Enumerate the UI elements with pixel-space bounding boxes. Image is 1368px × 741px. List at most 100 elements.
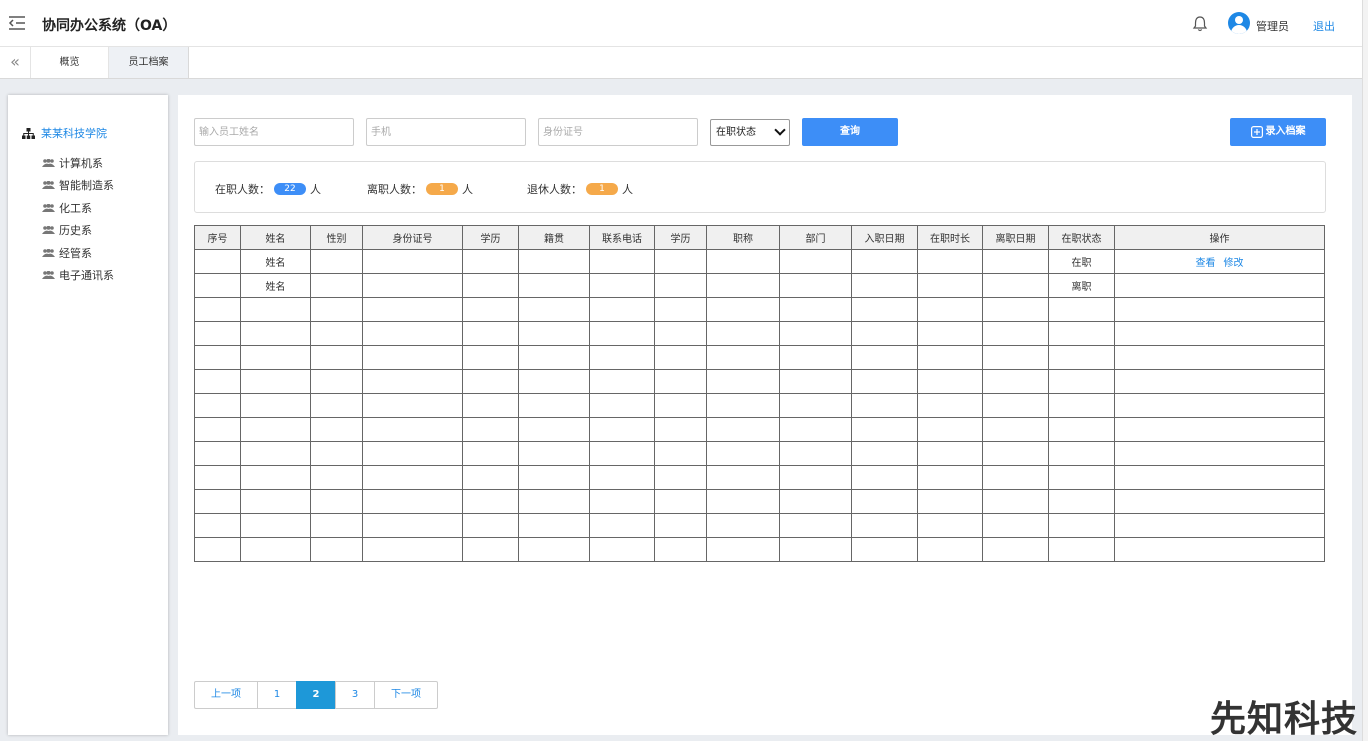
table-cell (194, 393, 241, 418)
tree-item-history[interactable]: 历史系 (42, 222, 92, 238)
table-cell (462, 417, 519, 442)
table-cell (518, 321, 590, 346)
tree-item-computer[interactable]: 计算机系 (42, 155, 103, 171)
table-row[interactable]: 姓名 离职 (194, 273, 1325, 298)
table-cell (589, 249, 655, 274)
page-2-button[interactable]: 2 (296, 681, 336, 709)
table-cell (917, 345, 983, 370)
prev-page-button[interactable]: 上一项 (194, 681, 258, 709)
table-cell (1114, 489, 1325, 514)
group-icon (42, 180, 55, 189)
table-cell (851, 321, 918, 346)
table-cell (240, 297, 311, 322)
table-cell (589, 297, 655, 322)
table-cell (982, 417, 1049, 442)
watermark: 先知科技 (1210, 699, 1359, 740)
table-cell (518, 537, 590, 562)
table-cell (982, 249, 1049, 274)
stat-left: 离职人数： 1 人 (367, 181, 473, 197)
page-1-button[interactable]: 1 (257, 681, 297, 709)
status-select-value: 在职状态 (716, 127, 756, 138)
avatar[interactable] (1228, 12, 1250, 34)
group-icon (42, 270, 55, 279)
table-cell (310, 537, 363, 562)
tree-item-label: 电子通讯系 (59, 269, 114, 282)
table-row[interactable]: 姓名 在职 查看 修改 (194, 249, 1325, 274)
table-cell (589, 465, 655, 490)
table-cell (917, 537, 983, 562)
table-cell (706, 465, 780, 490)
tree-item-label: 经管系 (59, 247, 92, 260)
table-row (194, 465, 1325, 490)
table-cell (194, 321, 241, 346)
edit-link[interactable]: 修改 (1224, 258, 1244, 269)
tab-employee-files[interactable]: 员工档案 (109, 47, 189, 78)
tree-item-electronics[interactable]: 电子通讯系 (42, 267, 114, 283)
group-icon (42, 158, 55, 167)
bell-icon[interactable] (1192, 15, 1208, 32)
table-cell (194, 441, 241, 466)
table-cell (779, 273, 852, 298)
table-cell (917, 321, 983, 346)
table-cell (982, 489, 1049, 514)
table-cell (362, 273, 463, 298)
table-cell (518, 489, 590, 514)
table-cell (240, 465, 311, 490)
table-cell (194, 297, 241, 322)
employee-table: 序号 姓名 性别 身份证号 学历 籍贯 联系电话 学历 职称 部门 入职日期 在职时长 离职日期 在职状态… (194, 225, 1325, 562)
table-cell (362, 297, 463, 322)
stat-unit: 人 (462, 183, 473, 196)
tree-item-chemical[interactable]: 化工系 (42, 200, 92, 216)
employee-name-input[interactable] (194, 118, 354, 146)
table-cell (194, 417, 241, 442)
table-cell (1048, 537, 1115, 562)
phone-input[interactable] (366, 118, 526, 146)
id-number-input[interactable] (538, 118, 698, 146)
column-header: 籍贯 (518, 225, 590, 250)
menu-toggle-icon[interactable] (8, 14, 26, 32)
scrollbar-track[interactable] (1362, 0, 1368, 741)
table-cell (779, 393, 852, 418)
table-cell (518, 465, 590, 490)
table-cell (982, 321, 1049, 346)
table-cell (779, 465, 852, 490)
table-cell (310, 489, 363, 514)
column-header: 序号 (194, 225, 241, 250)
tree-item-management[interactable]: 经管系 (42, 245, 92, 261)
table-cell (654, 249, 707, 274)
query-button[interactable]: 查询 (802, 118, 898, 146)
table-cell (589, 489, 655, 514)
stats-panel: 在职人数： 22 人 离职人数： 1 人 退休人数： 1 人 (194, 161, 1326, 213)
table-cell (518, 417, 590, 442)
table-cell (779, 417, 852, 442)
logout-link[interactable]: 退出 (1313, 18, 1335, 34)
table-cell (589, 321, 655, 346)
table-cell (654, 345, 707, 370)
table-cell (310, 345, 363, 370)
table-cell (1048, 417, 1115, 442)
table-cell (982, 537, 1049, 562)
table-cell (362, 417, 463, 442)
table-cell (851, 345, 918, 370)
tree-root[interactable]: 某某科技学院 (22, 125, 107, 141)
collapse-tabs-icon[interactable]: « (0, 47, 31, 78)
tabs-bar: « 概览 员工档案 (0, 47, 1362, 79)
table-cell (982, 441, 1049, 466)
tab-overview[interactable]: 概览 (31, 47, 109, 78)
table-cell (779, 321, 852, 346)
stat-retired: 退休人数： 1 人 (527, 181, 633, 197)
table-cell (706, 321, 780, 346)
table-cell (362, 321, 463, 346)
table-cell (589, 537, 655, 562)
table-cell (982, 297, 1049, 322)
page-3-button[interactable]: 3 (335, 681, 375, 709)
status-select[interactable]: 在职状态 (710, 119, 790, 146)
view-link[interactable]: 查看 (1196, 258, 1216, 269)
column-header: 学历 (654, 225, 707, 250)
tree-item-manufacturing[interactable]: 智能制造系 (42, 177, 114, 193)
table-cell (462, 273, 519, 298)
add-record-button[interactable]: 录入档案 (1230, 118, 1326, 146)
stat-label: 在职人数： (215, 183, 270, 196)
table-cell (240, 369, 311, 394)
next-page-button[interactable]: 下一项 (374, 681, 438, 709)
